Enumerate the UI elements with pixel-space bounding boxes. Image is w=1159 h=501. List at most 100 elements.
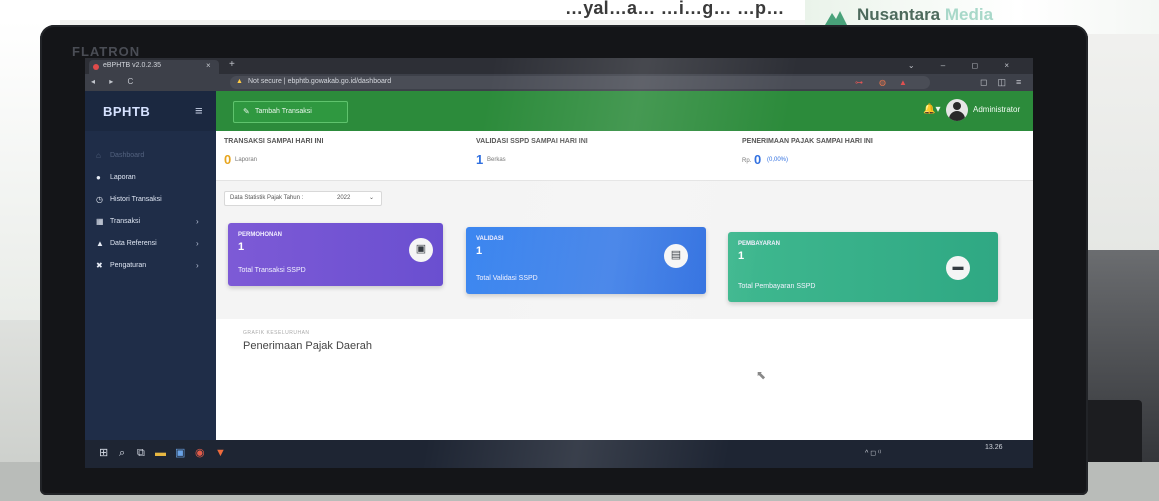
card-pembayaran[interactable]: PEMBAYARAN 1 Total Pembayaran SSPD ▬ [728,232,998,302]
stats-row: TRANSAKSI SAMPAI HARI INI 0 Laporan VALI… [216,131,1033,181]
sidebar-item-transaksi[interactable]: ▦ Transaksi › [85,212,216,234]
report-icon: ● [96,173,101,182]
folder-icon[interactable]: ▬ [155,448,166,459]
tab-close-icon[interactable]: × [206,61,211,70]
sidebar-item-label: Transaksi [110,218,141,225]
card-value: 1 [476,245,483,257]
avatar-head [953,102,961,110]
store-icon[interactable]: ▣ [175,448,185,459]
nav-buttons[interactable]: ◂ ▸ C [91,77,139,86]
poster-brand-b: Media [944,5,994,24]
chevron-right-icon: › [196,217,199,226]
key-icon[interactable]: ⊶ [855,78,863,87]
sidebar-item-label: Dashboard [110,152,145,159]
filter-label: Data Statistik Pajak Tahun : [230,195,304,201]
sidebar-item-laporan[interactable]: ● Laporan [85,168,216,190]
app-brand[interactable]: BPHTB [103,104,150,119]
browser-tabbar: eBPHTB v2.0.2.35 × + ⌄ – ◻ × [85,58,1033,74]
stat-validasi: VALIDASI SSPD SAMPAI HARI INI 1 Berkas [476,138,716,178]
menu-toggle-icon[interactable]: ≡ [195,103,203,118]
chevron-right-icon: › [196,239,199,248]
add-transaction-label: Tambah Transaksi [255,108,312,115]
stat-title: VALIDASI SSPD SAMPAI HARI INI [476,138,588,145]
sidebar-item-label: Data Referensi [110,240,157,247]
sidebar-item-pengaturan[interactable]: ✖ Pengaturan › [85,256,216,278]
bell-icon[interactable]: 🔔▾ [923,104,940,115]
system-tray[interactable]: ^ ◻ ⁽⁽ [865,449,881,457]
brave-icon[interactable]: ▼ [215,448,226,459]
stat-unit: Berkas [487,157,506,163]
sidebar: BPHTB ≡ ⌂ Dashboard ● Laporan ◷ Histori … [85,91,216,440]
chart-panel: GRAFIK KESELURUHAN Penerimaan Pajak Daer… [216,319,1033,440]
stat-title: TRANSAKSI SAMPAI HARI INI [224,138,324,145]
chart-kicker: GRAFIK KESELURUHAN [243,330,310,336]
top-banner-text: …yal…a… …i…g… …p… [565,0,785,18]
address-bar[interactable]: ▲ Not secure | ebphtb.gowakab.go.id/dash… [230,76,930,89]
sidebar-item-histori[interactable]: ◷ Histori Transaksi [85,190,216,212]
sidebar-item-label: Pengaturan [110,262,147,269]
app-root: BPHTB ≡ ⌂ Dashboard ● Laporan ◷ Histori … [85,91,1033,440]
stat-value: 0 [224,152,232,167]
grid-icon: ▦ [96,217,104,226]
security-label: Not secure [248,78,282,85]
sidebar-menu: ⌂ Dashboard ● Laporan ◷ Histori Transaks… [85,146,216,278]
tab-title: eBPHTB v2.0.2.35 [103,62,161,69]
clock[interactable]: 13.26 [985,444,1003,451]
topbar: ✎ Tambah Transaksi 🔔▾ Administrator [216,91,1033,131]
browser-menu-icons[interactable]: ◻◫≡ [980,77,1031,88]
chevron-right-icon: › [196,261,199,270]
brand-row: BPHTB ≡ [85,91,216,131]
stat-unit: Laporan [235,157,258,163]
favicon-icon [93,64,99,70]
poster-brand: Nusantara Media [857,5,993,25]
stat-title: PENERIMAAN PAJAK SAMPAI HARI INI [742,138,873,145]
chevron-down-icon: ⌄ [369,195,375,201]
stat-value: 0 [754,152,762,167]
sidebar-item-data-referensi[interactable]: ▲ Data Referensi › [85,234,216,256]
card-icon-glyph: ▣ [415,243,427,255]
card-icon-glyph: ▤ [670,249,682,261]
window-controls[interactable]: ⌄ – ◻ × [908,61,1021,70]
stat-penerimaan: PENERIMAAN PAJAK SAMPAI HARI INI Rp. 0 (… [742,138,982,178]
year-filter-select[interactable]: Data Statistik Pajak Tahun : 2022 ⌄ [224,191,382,206]
browser-tab[interactable]: eBPHTB v2.0.2.35 × [89,60,219,74]
history-icon: ◷ [96,195,103,204]
filter-year: 2022 [337,195,351,201]
stat-percent: (0,00%) [767,157,789,163]
main-content: TRANSAKSI SAMPAI HARI INI 0 Laporan VALI… [216,131,1033,440]
card-icon-glyph: ▬ [952,261,964,273]
stat-transaksi: TRANSAKSI SAMPAI HARI INI 0 Laporan [224,138,464,178]
brave-rewards-icon[interactable]: ▲ [899,78,907,87]
card-value: 1 [238,241,245,253]
home-icon: ⌂ [96,151,101,160]
address-text: Not secure | ebphtb.gowakab.go.id/dashbo… [248,78,392,85]
card-title: VALIDASI [476,236,504,242]
task-view-icon[interactable]: ⧉ [137,448,145,459]
tools-icon: ✖ [96,261,103,270]
search-icon[interactable]: ⌕ [119,448,125,459]
start-icon[interactable]: ⊞ [99,448,108,459]
brave-shield-icon[interactable]: ◍ [879,78,886,87]
id-card-icon: ▣ [409,238,433,262]
avatar[interactable] [946,99,968,121]
card-validasi[interactable]: VALIDASI 1 Total Validasi SSPD ▤ [466,227,706,294]
new-tab-icon[interactable]: + [229,60,235,70]
card-permohonan[interactable]: PERMOHONAN 1 Total Transaksi SSPD ▣ [228,223,443,286]
card-title: PERMOHONAN [238,232,283,238]
monitor-brand: FLATRON [72,44,141,59]
chart-title: Penerimaan Pajak Daerah [243,340,373,352]
warning-icon: ▲ [236,78,243,85]
poster-logo-icon [825,11,847,25]
card-subtitle: Total Pembayaran SSPD [738,283,816,290]
edit-icon: ✎ [243,107,250,116]
browser-toolbar: ◂ ▸ C ▲ Not secure | ebphtb.gowakab.go.i… [85,74,1033,91]
credit-card-icon: ▬ [946,256,970,280]
add-transaction-button[interactable]: ✎ Tambah Transaksi [233,101,348,123]
chrome-icon[interactable]: ◉ [195,448,205,459]
stat-value: 1 [476,152,484,167]
username[interactable]: Administrator [973,105,1020,114]
monitor-screen: eBPHTB v2.0.2.35 × + ⌄ – ◻ × ◂ ▸ C ▲ Not… [85,58,1033,468]
database-icon: ▲ [96,239,104,248]
card-subtitle: Total Validasi SSPD [476,275,538,282]
sidebar-item-dashboard[interactable]: ⌂ Dashboard [85,146,216,168]
